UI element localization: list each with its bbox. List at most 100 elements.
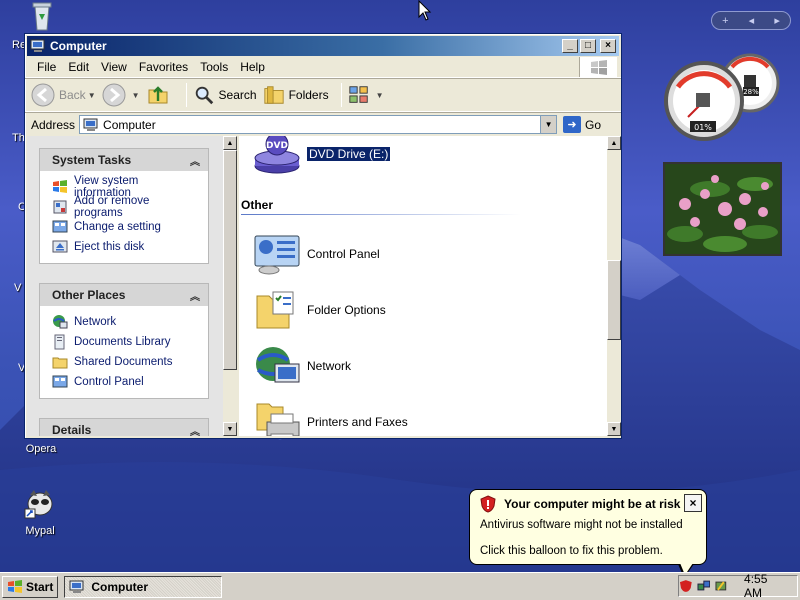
network-tray-icon[interactable] [697, 579, 711, 593]
eject-icon [52, 240, 68, 253]
network-icon [256, 347, 300, 383]
details-title: Details [52, 423, 92, 436]
menubar: File Edit View Favorites Tools Help [25, 56, 621, 78]
folders-label: Folders [288, 88, 329, 102]
printer-icon [256, 403, 300, 436]
task-label: Change a setting [74, 221, 161, 233]
memory-percent: 28% [743, 88, 759, 96]
menu-help[interactable]: Help [234, 60, 271, 74]
item-control-panel[interactable]: Control Panel [253, 232, 380, 276]
scroll-up-arrow-icon[interactable]: ▲ [607, 136, 621, 150]
file-list-pane: DVD DVD Drive (E:) Other Control Panel F… [239, 136, 607, 436]
task-label: Add or remove programs [74, 195, 150, 219]
up-folder-icon [148, 86, 168, 104]
toolbar-separator [185, 83, 187, 107]
place-control-panel[interactable]: Control Panel [52, 372, 198, 392]
taskbar-button-label: Computer [91, 579, 149, 594]
desktop-icon-opera[interactable]: Opera [11, 443, 71, 455]
item-label: Network [307, 359, 352, 373]
forward-dropdown-icon[interactable]: ▼ [132, 91, 140, 100]
details-header[interactable]: Details ︽ [40, 419, 208, 436]
collapse-chevron-icon[interactable]: ︽ [190, 288, 200, 303]
slideshow-gadget[interactable] [663, 162, 782, 256]
other-places-header[interactable]: Other Places ︽ [40, 284, 208, 306]
control-panel-icon [52, 375, 68, 388]
drive-dvd-e[interactable]: DVD DVD Drive (E:) [253, 136, 392, 176]
scroll-thumb[interactable] [223, 150, 237, 370]
system-tasks-title: System Tasks [52, 153, 132, 167]
forward-button[interactable]: ▼ [102, 83, 140, 107]
balloon-close-button[interactable]: × [684, 494, 702, 512]
views-icon [348, 86, 368, 103]
folders-button[interactable]: Folders [263, 84, 329, 106]
task-pane-scrollbar[interactable]: ▲ ▼ [223, 136, 239, 436]
window-titlebar[interactable]: Computer _ □ × [27, 36, 619, 56]
balloon-title: Your computer might be at risk [504, 497, 681, 511]
search-button[interactable]: Search [193, 84, 257, 106]
safely-remove-hardware-icon[interactable] [714, 579, 728, 593]
sidebar-gadget-bar: + ◂ ▸ [711, 11, 791, 30]
lotus-photo-icon [665, 164, 780, 254]
cpu-meter-gadget[interactable]: 28% 01% [660, 53, 790, 143]
back-button[interactable]: Back ▼ [31, 83, 96, 107]
taskbar-button-computer[interactable]: Computer [64, 575, 223, 598]
task-eject-this-disk[interactable]: Eject this disk [52, 237, 198, 257]
search-icon [195, 86, 213, 105]
menu-edit[interactable]: Edit [62, 60, 95, 74]
explorer-window: Computer _ □ × File Edit View Favorites … [24, 33, 622, 439]
file-list-scrollbar[interactable]: ▲ ▼ [607, 136, 621, 436]
task-change-a-setting[interactable]: Change a setting [52, 217, 198, 237]
security-balloon[interactable]: Your computer might be at risk × Antivir… [469, 489, 707, 565]
balloon-message: Antivirus software might not be installe… [480, 519, 683, 531]
menu-file[interactable]: File [31, 60, 62, 74]
place-documents-library[interactable]: Documents Library [52, 332, 198, 352]
go-label: Go [585, 117, 602, 132]
views-button[interactable]: ▼ [348, 84, 384, 106]
desktop-icon-mypal[interactable]: Mypal [10, 487, 70, 537]
computer-icon [30, 39, 45, 52]
taskbar: Start Computer 4:55 AM [0, 572, 800, 600]
minimize-button[interactable]: _ [562, 39, 578, 53]
recycle-bin-icon [32, 2, 52, 31]
place-network[interactable]: Network [52, 312, 198, 332]
computer-icon [69, 580, 84, 593]
task-add-remove-programs[interactable]: Add or remove programs [52, 195, 198, 219]
place-label: Control Panel [74, 376, 144, 388]
group-header-other: Other [241, 198, 274, 212]
collapse-chevron-icon[interactable]: ︽ [190, 423, 200, 437]
folders-icon [263, 86, 284, 104]
scroll-thumb[interactable] [607, 260, 621, 340]
security-shield-icon[interactable] [679, 579, 693, 593]
scroll-up-arrow-icon[interactable]: ▲ [223, 136, 237, 150]
back-arrow-icon [31, 83, 55, 107]
task-view-system-information[interactable]: View system information [52, 175, 198, 199]
place-label: Shared Documents [74, 356, 173, 368]
close-button[interactable]: × [600, 39, 616, 53]
go-button[interactable]: ➜ Go [563, 116, 601, 133]
next-gadget-icon[interactable]: ▸ [774, 14, 780, 27]
scroll-down-arrow-icon[interactable]: ▼ [607, 422, 621, 436]
place-shared-documents[interactable]: Shared Documents [52, 352, 198, 372]
add-gadget-button[interactable]: + [722, 15, 728, 27]
maximize-button[interactable]: □ [580, 39, 596, 53]
menu-tools[interactable]: Tools [194, 60, 234, 74]
menu-view[interactable]: View [95, 60, 133, 74]
views-dropdown-icon[interactable]: ▼ [376, 91, 384, 100]
address-input[interactable]: Computer ▼ [79, 115, 558, 134]
menu-favorites[interactable]: Favorites [133, 60, 194, 74]
clock[interactable]: 4:55 AM [744, 572, 787, 600]
other-places-panel: Other Places ︽ Network Documents Library… [39, 283, 209, 399]
system-tasks-header[interactable]: System Tasks ︽ [40, 149, 208, 171]
item-network[interactable]: Network [253, 344, 351, 388]
scroll-down-arrow-icon[interactable]: ▼ [223, 422, 237, 436]
back-dropdown-icon[interactable]: ▼ [88, 91, 96, 100]
collapse-chevron-icon[interactable]: ︽ [190, 153, 200, 168]
item-printers-and-faxes[interactable]: Printers and Faxes [253, 400, 408, 436]
start-button[interactable]: Start [2, 575, 59, 598]
place-label: Network [74, 316, 117, 328]
address-dropdown-icon[interactable]: ▼ [540, 116, 557, 133]
up-folder-button[interactable] [146, 83, 174, 107]
item-folder-options[interactable]: Folder Options [253, 288, 386, 332]
details-panel: Details ︽ [39, 418, 209, 436]
previous-gadget-icon[interactable]: ◂ [749, 14, 755, 27]
